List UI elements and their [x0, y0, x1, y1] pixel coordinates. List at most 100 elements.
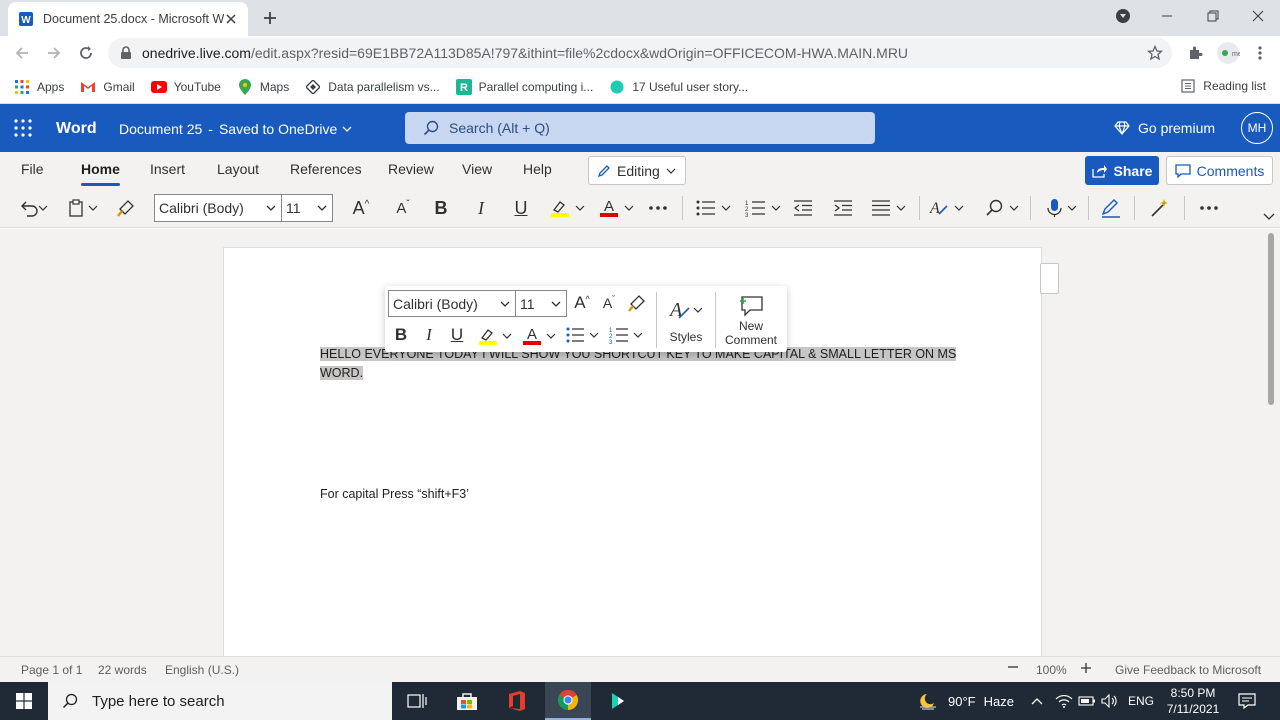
notifications-icon[interactable] — [1238, 682, 1256, 720]
tab-layout[interactable]: Layout — [217, 161, 259, 177]
bookmark-gmail[interactable]: Gmail — [80, 79, 135, 95]
tab-references[interactable]: References — [290, 161, 362, 177]
tab-view[interactable]: View — [462, 161, 492, 177]
dictate-microphone-button[interactable] — [1042, 196, 1082, 220]
editor-icon[interactable] — [1099, 196, 1123, 220]
tab-file[interactable]: File — [21, 161, 44, 177]
mini-italic-button[interactable]: I — [420, 325, 438, 345]
numbering-button[interactable]: 123 — [745, 196, 785, 220]
minimize-button[interactable] — [1144, 0, 1190, 32]
italic-button[interactable]: I — [472, 196, 490, 220]
collapse-ribbon-icon[interactable] — [1261, 210, 1277, 224]
volume-icon[interactable] — [1101, 682, 1119, 720]
font-size-dropdown[interactable]: 11 — [281, 194, 333, 222]
paragraph[interactable]: For capital Press “shift+F3’ — [320, 485, 469, 504]
underline-button[interactable]: U — [511, 196, 531, 220]
show-hidden-icons-chevron-icon[interactable] — [1030, 682, 1044, 720]
paste-button[interactable] — [66, 196, 102, 220]
designer-wand-icon[interactable] — [1148, 196, 1172, 220]
extensions-puzzle-icon[interactable] — [1181, 39, 1209, 67]
share-button[interactable]: Share — [1085, 156, 1159, 185]
highlight-color-button[interactable] — [549, 196, 587, 220]
input-language[interactable]: ENG — [1128, 682, 1154, 720]
lock-icon[interactable] — [120, 46, 132, 60]
bookmark-user-story[interactable]: 17 Useful user story... — [609, 79, 748, 95]
mini-highlight-color-button[interactable] — [477, 325, 515, 347]
undo-button[interactable] — [16, 196, 52, 220]
app-launcher-icon[interactable] — [14, 119, 32, 137]
bookmark-youtube[interactable]: YouTube — [150, 79, 221, 95]
zoom-level[interactable]: 100% — [1036, 663, 1067, 677]
windows-start-button[interactable] — [0, 682, 48, 720]
mini-shrink-font-button[interactable]: Aˇ — [599, 293, 619, 313]
mini-bold-button[interactable]: B — [391, 325, 411, 345]
bookmark-data-parallelism[interactable]: Data parallelism vs... — [305, 79, 440, 95]
tab-insert[interactable]: Insert — [150, 161, 185, 177]
back-button[interactable] — [8, 39, 36, 67]
chrome-profile-icon[interactable] — [1100, 0, 1146, 32]
bold-button[interactable]: B — [431, 196, 451, 220]
editing-mode-dropdown[interactable]: Editing — [588, 156, 686, 185]
weather-widget[interactable]: 90°F Haze — [916, 682, 1014, 720]
comment-margin-marker[interactable] — [1040, 263, 1059, 294]
user-avatar[interactable]: MH — [1241, 112, 1273, 144]
reading-list[interactable]: Reading list — [1181, 79, 1266, 93]
new-tab-button[interactable] — [258, 6, 282, 30]
mini-underline-button[interactable]: U — [447, 325, 467, 345]
tab-review[interactable]: Review — [388, 161, 434, 177]
video-editor-app-icon[interactable] — [595, 682, 641, 720]
chrome-menu-icon[interactable] — [1246, 39, 1274, 67]
styles-button[interactable]: A — [929, 196, 969, 220]
task-view-icon[interactable] — [394, 682, 440, 720]
search-box[interactable]: Search (Alt + Q) — [405, 112, 875, 144]
document-title[interactable]: Document 25 - Saved to OneDrive — [119, 121, 352, 137]
tab-home[interactable]: Home — [81, 161, 120, 186]
zoom-in-button[interactable] — [1080, 662, 1092, 674]
zoom-out-button[interactable] — [1007, 660, 1019, 674]
grow-font-button[interactable]: A ^ — [348, 196, 374, 220]
microsoft-store-icon[interactable] — [444, 682, 490, 720]
increase-indent-icon[interactable] — [831, 196, 855, 220]
more-options-icon[interactable] — [646, 196, 670, 220]
tab-close-icon[interactable] — [224, 12, 238, 26]
font-color-button[interactable]: A — [598, 196, 636, 220]
mini-bullets-button[interactable] — [565, 325, 603, 345]
bullets-button[interactable] — [695, 196, 735, 220]
proofing-language[interactable]: English (U.S.) — [165, 663, 239, 677]
office-app-icon[interactable] — [494, 682, 540, 720]
taskbar-search-box[interactable]: Type here to search — [48, 682, 392, 720]
mini-font-color-button[interactable]: A — [521, 325, 559, 347]
tab-help[interactable]: Help — [523, 161, 552, 177]
profile-avatar-icon[interactable]: me — [1214, 39, 1242, 67]
font-name-dropdown[interactable]: Calibri (Body) — [154, 194, 282, 222]
align-button[interactable] — [871, 196, 911, 220]
more-commands-icon[interactable] — [1197, 196, 1221, 220]
format-painter-icon[interactable] — [114, 196, 138, 220]
shrink-font-button[interactable]: Aˇ — [392, 196, 414, 220]
bookmark-star-icon[interactable] — [1141, 39, 1169, 67]
feedback-link[interactable]: Give Feedback to Microsoft — [1115, 663, 1261, 677]
close-window-button[interactable] — [1235, 0, 1280, 32]
find-button[interactable] — [984, 196, 1024, 220]
browser-tab[interactable]: W Document 25.docx - Microsoft W — [8, 2, 248, 36]
mini-font-name-dropdown[interactable]: Calibri (Body) — [388, 290, 516, 317]
decrease-indent-icon[interactable] — [791, 196, 815, 220]
reload-button[interactable] — [72, 39, 100, 67]
mini-font-size-dropdown[interactable]: 11 — [515, 290, 567, 317]
wifi-icon[interactable] — [1055, 682, 1073, 720]
bookmark-parallel-computing[interactable]: R Parallel computing i... — [455, 78, 593, 95]
mini-styles-button[interactable]: A Styles — [665, 292, 707, 348]
mini-numbering-button[interactable]: 123 — [609, 325, 647, 345]
scrollbar-thumb[interactable] — [1268, 233, 1274, 405]
restore-button[interactable] — [1190, 0, 1236, 32]
battery-icon[interactable] — [1078, 682, 1096, 720]
word-count[interactable]: 22 words — [98, 663, 147, 677]
forward-button[interactable] — [40, 39, 68, 67]
app-name[interactable]: Word — [56, 120, 97, 138]
taskbar-clock[interactable]: 8:50 PM 7/11/2021 — [1162, 685, 1224, 717]
bookmark-apps[interactable]: Apps — [14, 79, 64, 95]
go-premium-button[interactable]: Go premium — [1114, 120, 1215, 136]
comments-button[interactable]: Comments — [1166, 156, 1273, 185]
new-comment-button[interactable]: New Comment — [721, 292, 781, 350]
url-bar[interactable]: onedrive.live.com/edit.aspx?resid=69E1BB… — [108, 38, 1172, 68]
